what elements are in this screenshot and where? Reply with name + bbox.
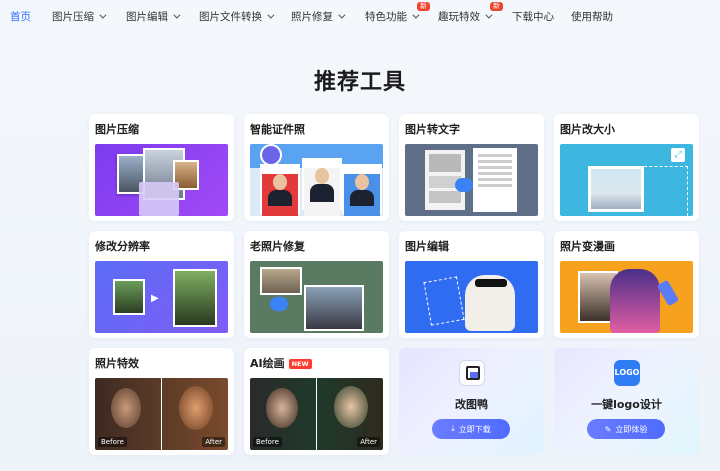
resolution-thumbnail: ▶ [95,261,228,333]
nav-features[interactable]: 特色功能 新 [365,2,430,24]
chevron-down-icon [485,11,493,19]
expand-icon: ⤢ [671,148,685,162]
tool-title: 照片特效 [95,357,139,370]
nav-label: 照片修复 [291,11,333,23]
ai-painting-thumbnail: Before After [250,378,383,450]
tool-title: 老照片修复 [250,240,305,253]
tool-card-old-photo-repair[interactable]: 老照片修复 [244,231,389,338]
image-to-text-thumbnail [405,144,538,216]
nav-fun-effects[interactable]: 趣玩特效 新 [438,2,503,24]
promo-name: 一键logo设计 [591,398,662,411]
top-nav: 首页 图片压缩 图片编辑 图片文件转换 照片修复 特色功能新 趣玩特效新 下载中… [0,0,720,34]
tool-card-id-photo[interactable]: 智能证件照 [244,114,389,221]
try-now-button[interactable]: ✎ 立即体验 [587,419,665,439]
new-badge: 新 [417,2,430,11]
id-photo-thumbnail [250,144,383,216]
chevron-down-icon [267,11,275,19]
nav-label: 图片编辑 [126,11,168,23]
image-edit-thumbnail [405,261,538,333]
new-tag: NEW [288,359,312,369]
promo-name: 改图鸭 [455,398,488,411]
old-photo-thumbnail [250,261,383,333]
nav-photo-repair[interactable]: 照片修复 [291,9,346,24]
nav-image-edit[interactable]: 图片编辑 [126,9,181,24]
tool-card-resize[interactable]: 图片改大小 ⤢ [554,114,699,221]
tool-title: 图片改大小 [560,123,615,136]
tool-card-image-edit[interactable]: 图片编辑 [399,231,544,338]
nav-file-convert[interactable]: 图片文件转换 [199,9,275,24]
logo-app-icon: LOGO [614,360,640,386]
tool-title-row: AI绘画 NEW [250,356,383,372]
photo-effects-thumbnail: Before After [95,378,228,450]
download-now-button[interactable]: ⤓ 立即下载 [432,419,510,439]
before-label: Before [253,437,282,447]
tool-card-resolution[interactable]: 修改分辨率 ▶ [89,231,234,338]
tool-title: 智能证件照 [250,123,305,136]
button-label: 立即体验 [615,424,648,434]
gaituya-app-icon [459,360,485,386]
tool-title: 修改分辨率 [95,240,150,253]
nav-label: 使用帮助 [571,11,613,23]
photo-to-comic-thumbnail [560,261,693,333]
chevron-down-icon [173,11,181,19]
chevron-down-icon [338,11,346,19]
page-title: 推荐工具 [313,70,406,95]
after-label: After [357,437,380,447]
resize-thumbnail: ⤢ [560,144,693,216]
nav-image-compress[interactable]: 图片压缩 [52,9,107,24]
new-badge: 新 [490,2,503,11]
image-compress-thumbnail [95,144,228,216]
chevron-down-icon [412,11,420,19]
pen-icon: ✎ [604,424,612,434]
tool-card-image-to-text[interactable]: 图片转文字 [399,114,544,221]
tool-title: 图片编辑 [405,240,449,253]
tool-card-ai-painting[interactable]: AI绘画 NEW Before After [244,348,389,455]
button-label: 立即下载 [458,424,491,434]
tool-card-photo-to-comic[interactable]: 照片变漫画 [554,231,699,338]
promo-card-logo-design[interactable]: LOGO 一键logo设计 ✎ 立即体验 [554,348,699,455]
tool-title: 图片压缩 [95,123,139,136]
tool-card-photo-effects[interactable]: 照片特效 Before After [89,348,234,455]
nav-label: 趣玩特效 [438,11,480,23]
tool-title: 图片转文字 [405,123,460,136]
after-label: After [202,437,225,447]
nav-label: 图片压缩 [52,11,94,23]
nav-help[interactable]: 使用帮助 [571,9,613,24]
nav-download-center[interactable]: 下载中心 [512,9,554,24]
nav-label: 图片文件转换 [199,11,262,23]
nav-label: 下载中心 [512,11,554,23]
download-icon: ⤓ [451,424,455,433]
nav-label: 特色功能 [365,11,407,23]
tool-title: AI绘画 [250,357,285,370]
tool-title: 照片变漫画 [560,240,615,253]
arrow-right-icon: ▶ [151,293,159,304]
nav-home[interactable]: 首页 [10,9,31,24]
tool-card-image-compress[interactable]: 图片压缩 [89,114,234,221]
promo-card-gaituya[interactable]: 改图鸭 ⤓ 立即下载 [399,348,544,455]
chevron-down-icon [99,11,107,19]
nav-home-label: 首页 [10,11,31,23]
before-label: Before [98,437,127,447]
